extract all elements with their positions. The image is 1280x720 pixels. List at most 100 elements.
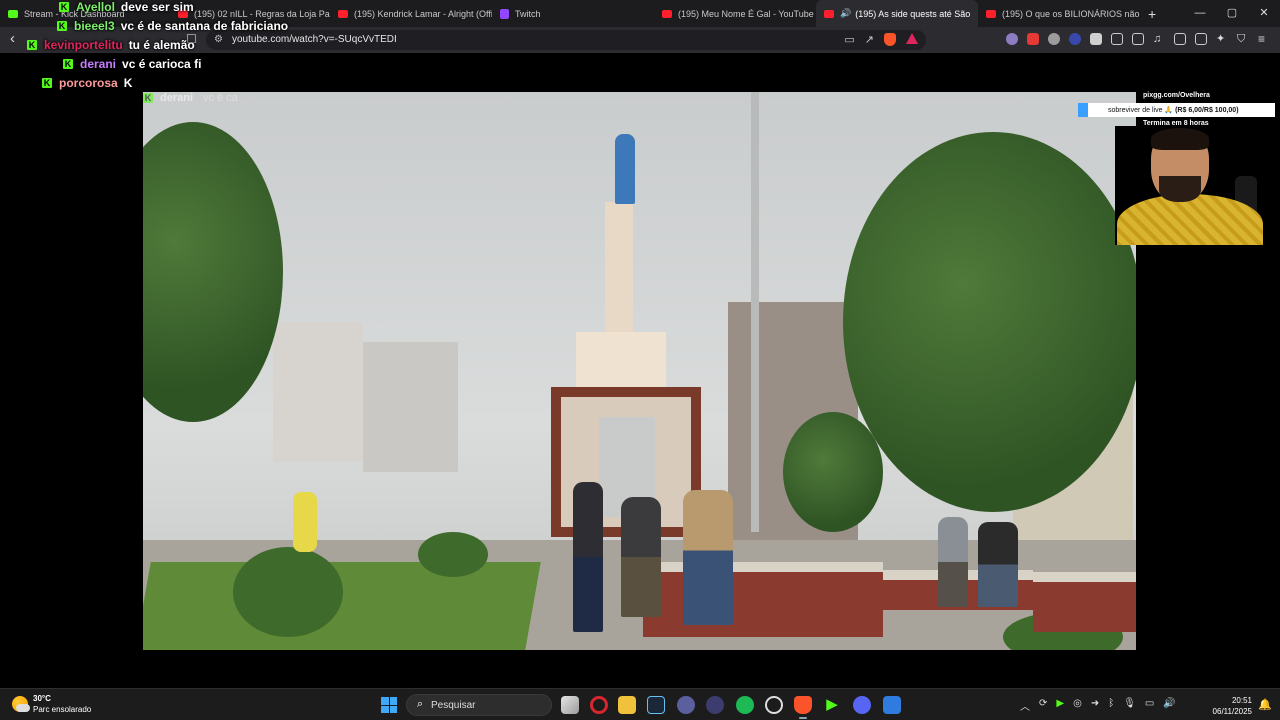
- kick-icon: [8, 9, 18, 18]
- video-tree: [783, 412, 883, 532]
- video-statue: [615, 134, 635, 204]
- music-icon[interactable]: ♫: [1153, 33, 1165, 45]
- menu-icon[interactable]: ≡: [1258, 33, 1270, 45]
- webcam-hair: [1151, 128, 1209, 150]
- weather-temp: 30°C: [33, 694, 51, 703]
- tray-app-icon[interactable]: ◎: [1073, 698, 1082, 713]
- vpn-icon[interactable]: ⛉: [1237, 33, 1249, 45]
- network-icon[interactable]: ▭: [1145, 698, 1154, 713]
- extension-icon[interactable]: [1048, 33, 1060, 45]
- chat-username: bieeel3: [74, 19, 115, 33]
- steam-icon[interactable]: [647, 696, 665, 714]
- volume-icon[interactable]: 🔊: [1163, 698, 1175, 713]
- tab-title: Twitch: [515, 8, 541, 19]
- pix-donation-link: pixgg.com/Ovelhera: [1143, 92, 1210, 99]
- brave-browser-icon[interactable]: [794, 696, 812, 719]
- share-icon[interactable]: ↗: [865, 33, 874, 46]
- app-icon[interactable]: [883, 696, 901, 714]
- extension-icon[interactable]: [1090, 33, 1102, 45]
- chat-username: Ayellol: [76, 0, 115, 14]
- address-bar[interactable]: ⚙ youtube.com/watch?v=-SUqcVvTEDI ▭ ↗: [206, 30, 926, 50]
- video-monument-spire: [605, 202, 633, 342]
- new-tab-button[interactable]: +: [1148, 6, 1156, 22]
- tray-app-icon[interactable]: ➜: [1091, 698, 1099, 713]
- tab-meu-nome-e-gal[interactable]: (195) Meu Nome É Gal - YouTube: [654, 0, 816, 27]
- wallet-icon[interactable]: [1195, 33, 1207, 45]
- chat-text: deve ser sim: [120, 0, 194, 14]
- taskbar-clock[interactable]: 20:51 06/11/2025: [1206, 695, 1252, 717]
- tab-side-quests[interactable]: 🔊 (195) As side quests até São ✕: [816, 0, 978, 27]
- ghost-message: vc é ca: [203, 92, 238, 104]
- clock-time: 20:51: [1231, 696, 1252, 705]
- opera-icon[interactable]: [590, 696, 608, 714]
- site-info-icon[interactable]: ⚙: [214, 34, 223, 45]
- spotify-icon[interactable]: [736, 696, 754, 714]
- app-icon[interactable]: [677, 696, 695, 714]
- video-person: [938, 517, 968, 607]
- back-button[interactable]: ‹: [10, 30, 15, 47]
- video-chat-ghost: K derani vc é ca: [143, 92, 238, 104]
- leo-ai-icon[interactable]: ✦: [1216, 33, 1228, 45]
- cast-icon[interactable]: ▭: [844, 33, 854, 46]
- task-view-icon[interactable]: [561, 696, 579, 714]
- donation-goal-bar: sobreviver de live 🙏 (R$ 6,00/R$ 100,00): [1078, 103, 1275, 117]
- extensions-puzzle-icon[interactable]: [1111, 33, 1123, 45]
- video-person: [683, 490, 733, 625]
- url-text[interactable]: youtube.com/watch?v=-SUqcVvTEDI: [232, 34, 397, 45]
- microphone-icon[interactable]: 🎙: [1123, 698, 1136, 713]
- chat-message: K kevinportelitu tu é alemão: [27, 36, 195, 54]
- taskbar-search[interactable]: ⌕ Pesquisar: [406, 694, 552, 716]
- weather-widget[interactable]: 30°C Parc ensolarado: [12, 693, 91, 715]
- kick-badge-icon: K: [57, 21, 67, 31]
- screenshot-icon[interactable]: [1132, 33, 1144, 45]
- chat-message: K derani vc é carioca fi: [63, 55, 201, 73]
- file-explorer-icon[interactable]: [618, 696, 636, 714]
- app-icon[interactable]: [706, 696, 724, 714]
- video-monument-top: [576, 332, 666, 392]
- sidebar-icon[interactable]: [1174, 33, 1186, 45]
- chat-message: K Ayellol deve ser sim: [59, 0, 194, 16]
- windows-start-button[interactable]: [381, 697, 397, 713]
- kick-badge-icon: K: [27, 40, 37, 50]
- speaker-icon[interactable]: 🔊: [840, 8, 851, 19]
- notification-bell-icon[interactable]: 🔔: [1258, 698, 1272, 711]
- address-bar-actions: ▭ ↗: [844, 33, 918, 46]
- video-building: [363, 342, 458, 472]
- streamer-webcam: [1115, 126, 1265, 245]
- video-planter: [643, 562, 883, 637]
- youtube-icon: [986, 9, 996, 18]
- app-icon[interactable]: [765, 696, 783, 714]
- extension-icon[interactable]: [1006, 33, 1018, 45]
- extension-icon[interactable]: [1027, 33, 1039, 45]
- chat-message: K porcorosa K: [42, 74, 132, 92]
- video-player[interactable]: K derani vc é ca: [143, 92, 1136, 650]
- search-icon: ⌕: [417, 698, 424, 710]
- goal-value: (R$ 6,00/R$ 100,00): [1175, 107, 1239, 114]
- discord-icon[interactable]: [853, 696, 871, 714]
- brave-rewards-icon[interactable]: [906, 33, 918, 44]
- brave-shields-icon[interactable]: [884, 33, 896, 46]
- bluetooth-icon[interactable]: ᛒ: [1108, 698, 1114, 713]
- youtube-icon: [338, 9, 348, 18]
- twitch-icon: [500, 8, 509, 19]
- tab-kendrick-lamar[interactable]: (195) Kendrick Lamar - Alright (Offic: [330, 0, 492, 27]
- kick-tray-icon[interactable]: ▶: [1056, 698, 1064, 713]
- tray-expand-icon[interactable]: ︿: [1020, 698, 1030, 713]
- tray-app-icon[interactable]: ⟳: [1039, 698, 1047, 713]
- partly-sunny-icon: [12, 696, 30, 712]
- video-bush: [233, 547, 343, 637]
- video-building: [273, 322, 363, 462]
- minimize-button[interactable]: —: [1184, 0, 1216, 27]
- kick-app-icon[interactable]: ▶: [823, 696, 841, 714]
- tab-twitch[interactable]: Twitch: [492, 0, 654, 27]
- kick-badge-icon: K: [59, 2, 69, 12]
- extension-icon[interactable]: [1069, 33, 1081, 45]
- close-window-button[interactable]: ✕: [1248, 0, 1280, 27]
- chat-username: porcorosa: [59, 76, 118, 90]
- kick-badge-icon: K: [42, 78, 52, 88]
- maximize-button[interactable]: ▢: [1216, 0, 1248, 27]
- chat-text: K: [123, 76, 133, 90]
- tab-bilionarios[interactable]: (195) O que os BILIONÁRIOS não te: [978, 0, 1140, 27]
- window-controls: — ▢ ✕: [1184, 0, 1280, 27]
- ghost-username: derani: [160, 92, 194, 104]
